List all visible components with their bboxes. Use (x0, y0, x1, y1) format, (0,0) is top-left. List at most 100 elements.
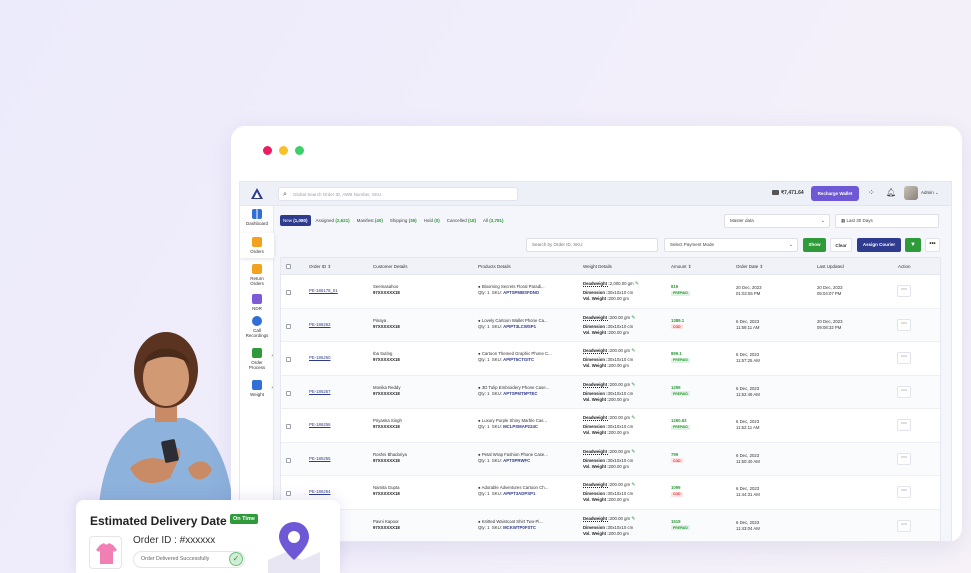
tab-manifest[interactable]: Manifest (40) (355, 215, 385, 226)
order-id-link[interactable]: PE-186254 (309, 489, 331, 495)
sidebar-item-label: Order Process (248, 360, 266, 370)
payment-mode-select[interactable]: Select Payment Mode ⌄ (664, 238, 798, 252)
row-action-button[interactable]: ⋯ (897, 352, 911, 364)
tab-cancelled[interactable]: Cancelled (18) (445, 215, 478, 226)
date-range-select[interactable]: ▦ Last 30 Days (835, 214, 939, 228)
dimension-label: Dimension : (583, 323, 608, 329)
table-row[interactable]: PE-186254 Namita Gupta 97XXXXXX18 ● Ador… (281, 476, 940, 510)
row-action-button[interactable]: ⋯ (897, 452, 911, 465)
dimension-label: Dimension : (583, 424, 608, 429)
tab-new[interactable]: New (1,080) (280, 215, 311, 226)
edit-icon[interactable]: ✎ (631, 516, 635, 522)
tab-hold[interactable]: Hold (0) (422, 215, 442, 226)
avatar[interactable] (904, 186, 918, 200)
row-checkbox[interactable] (286, 491, 291, 496)
edit-icon[interactable]: ✎ (631, 415, 635, 421)
sidebar-item-return-orders[interactable]: Return Orders (240, 264, 274, 290)
row-checkbox[interactable] (286, 357, 291, 362)
select-all-checkbox[interactable] (286, 264, 291, 269)
tab-shipping[interactable]: Shipping (36) (388, 215, 419, 226)
edit-icon[interactable]: ✎ (631, 348, 635, 354)
more-options-button[interactable]: ••• (925, 238, 940, 252)
order-search-input[interactable]: Search by Order ID, SKU (526, 238, 658, 252)
table-body: PE-185178_01 Seemasahoo 97XXXXXX18 ● Blo… (281, 275, 940, 541)
header-amount[interactable]: Amount ⇕ (671, 264, 692, 270)
table-row[interactable]: PE-186253 Pavni Kapoor 97XXXXXX18 ● Knit… (281, 509, 940, 541)
table-row[interactable]: PE-186255 Roshni Bhadoriya 97XXXXXX18 ● … (281, 442, 940, 476)
customer-phone: 97XXXXXX18 (373, 457, 400, 463)
row-checkbox[interactable] (286, 390, 291, 396)
edit-icon[interactable]: ✎ (631, 482, 635, 488)
product-sku: APIPT5CTGITC (503, 357, 535, 362)
order-id-link[interactable]: PE-186256 (309, 422, 331, 428)
minimize-dot[interactable] (279, 146, 288, 155)
wallet-balance[interactable]: ₹7,471.64 (772, 190, 804, 196)
sidebar-item-label: Orders (250, 249, 264, 254)
amount-value: 799 (671, 451, 679, 457)
row-action-button[interactable]: ⋯ (897, 486, 911, 498)
info-icon: ● (478, 384, 481, 390)
row-checkbox[interactable] (286, 457, 291, 463)
edit-icon[interactable]: ✎ (635, 281, 639, 287)
row-action-button[interactable]: ⋯ (897, 285, 911, 297)
sidebar-item-orders[interactable]: Orders (240, 233, 274, 258)
row-checkbox[interactable] (286, 290, 291, 295)
volweight-label: Vol. Weight : (583, 430, 609, 435)
header-order-date[interactable]: Order Date ⇕ (736, 264, 763, 270)
order-id-link[interactable]: PE-185178_01 (309, 288, 338, 294)
filter-icon: ▼ (910, 242, 916, 248)
row-checkbox[interactable] (286, 323, 291, 329)
global-search-input[interactable]: ⌕ Global Search Order ID, AWB Number, SK… (278, 187, 518, 201)
show-button[interactable]: Show (803, 238, 826, 252)
order-id-link[interactable]: PE-186260 (309, 355, 331, 361)
row-action-button[interactable]: ⋯ (897, 419, 911, 431)
row-checkbox[interactable] (286, 424, 291, 429)
sku-label: SKU: (491, 457, 502, 463)
weight-details: Deadweight :200.00 gm ✎ Dimension :30x10… (583, 516, 635, 537)
app-logo-icon[interactable] (250, 187, 264, 201)
table-row[interactable]: PE-186256 Priyanka Singh 97XXXXXX18 ● Lu… (281, 409, 940, 443)
edit-icon[interactable]: ✎ (631, 449, 635, 455)
apps-icon[interactable]: ⁘ (868, 188, 875, 198)
row-action-button[interactable]: ⋯ (897, 385, 911, 398)
table-row[interactable]: PE-186260 Iba Suting 97XXXXXX18 ● Cartoo… (281, 342, 940, 376)
sidebar-item-order-process[interactable]: Order Process › (240, 348, 274, 374)
tab-all[interactable]: All (3,781) (481, 215, 506, 226)
sidebar: Dashboard Orders Return Orders NDR Call … (240, 206, 274, 541)
maximize-dot[interactable] (295, 146, 304, 155)
admin-menu[interactable]: Admin ⌄ (921, 190, 939, 196)
bell-icon[interactable]: 🔔︎ (886, 188, 896, 198)
master-data-select[interactable]: Master data ⌄ (724, 214, 830, 228)
row-action-button[interactable]: ⋯ (897, 318, 911, 331)
customer-details: Pavni Kapoor 97XXXXXX18 (373, 519, 400, 531)
payment-mode-badge: COD (671, 458, 683, 463)
sidebar-item-dashboard[interactable]: Dashboard (240, 209, 274, 229)
order-id-link[interactable]: PE-186262 (309, 322, 331, 328)
tab-assigned[interactable]: Assigned (2,621) (314, 215, 352, 226)
assign-courier-button[interactable]: Assign Courier (857, 238, 901, 252)
close-dot[interactable] (263, 146, 272, 155)
sidebar-item-call-recordings[interactable]: Call Recordings (240, 316, 274, 342)
qty-label: Qty: 1 (478, 290, 490, 295)
sku-label: SKU: (491, 390, 502, 396)
clear-button[interactable]: Clear (830, 238, 852, 252)
header-order-id[interactable]: Order ID ⇕ (309, 264, 331, 270)
more-icon: ••• (929, 241, 936, 247)
product-name: Lovely Cartoon Wallet Phone Ca... (481, 317, 548, 323)
edit-icon[interactable]: ✎ (631, 382, 635, 388)
table-row[interactable]: PE-185178_01 Seemasahoo 97XXXXXX18 ● Blo… (281, 275, 940, 309)
row-action-button[interactable]: ⋯ (897, 519, 911, 532)
sidebar-item-weight[interactable]: Weight › (240, 380, 274, 400)
edit-icon[interactable]: ✎ (631, 315, 635, 321)
recharge-wallet-button[interactable]: Recharge Wallet (811, 186, 859, 201)
deadweight-value: 200.00 gm (609, 515, 631, 521)
table-row[interactable]: PE-186262 Pinaya . 97XXXXXX18 ● Lovely C… (281, 308, 940, 342)
order-id-link[interactable]: PE-186255 (309, 456, 331, 462)
header-customer: Customer Details (373, 264, 408, 269)
order-id-link[interactable]: PE-186257 (309, 389, 331, 395)
qty-label: Qty: 1 (478, 457, 490, 463)
chevron-down-icon: ⌄ (820, 218, 825, 224)
table-row[interactable]: PE-186257 Monika Reddy 97XXXXXX18 ● 3D T… (281, 375, 940, 409)
filter-button[interactable]: ▼ (905, 238, 921, 252)
sidebar-item-ndr[interactable]: NDR (240, 294, 274, 312)
